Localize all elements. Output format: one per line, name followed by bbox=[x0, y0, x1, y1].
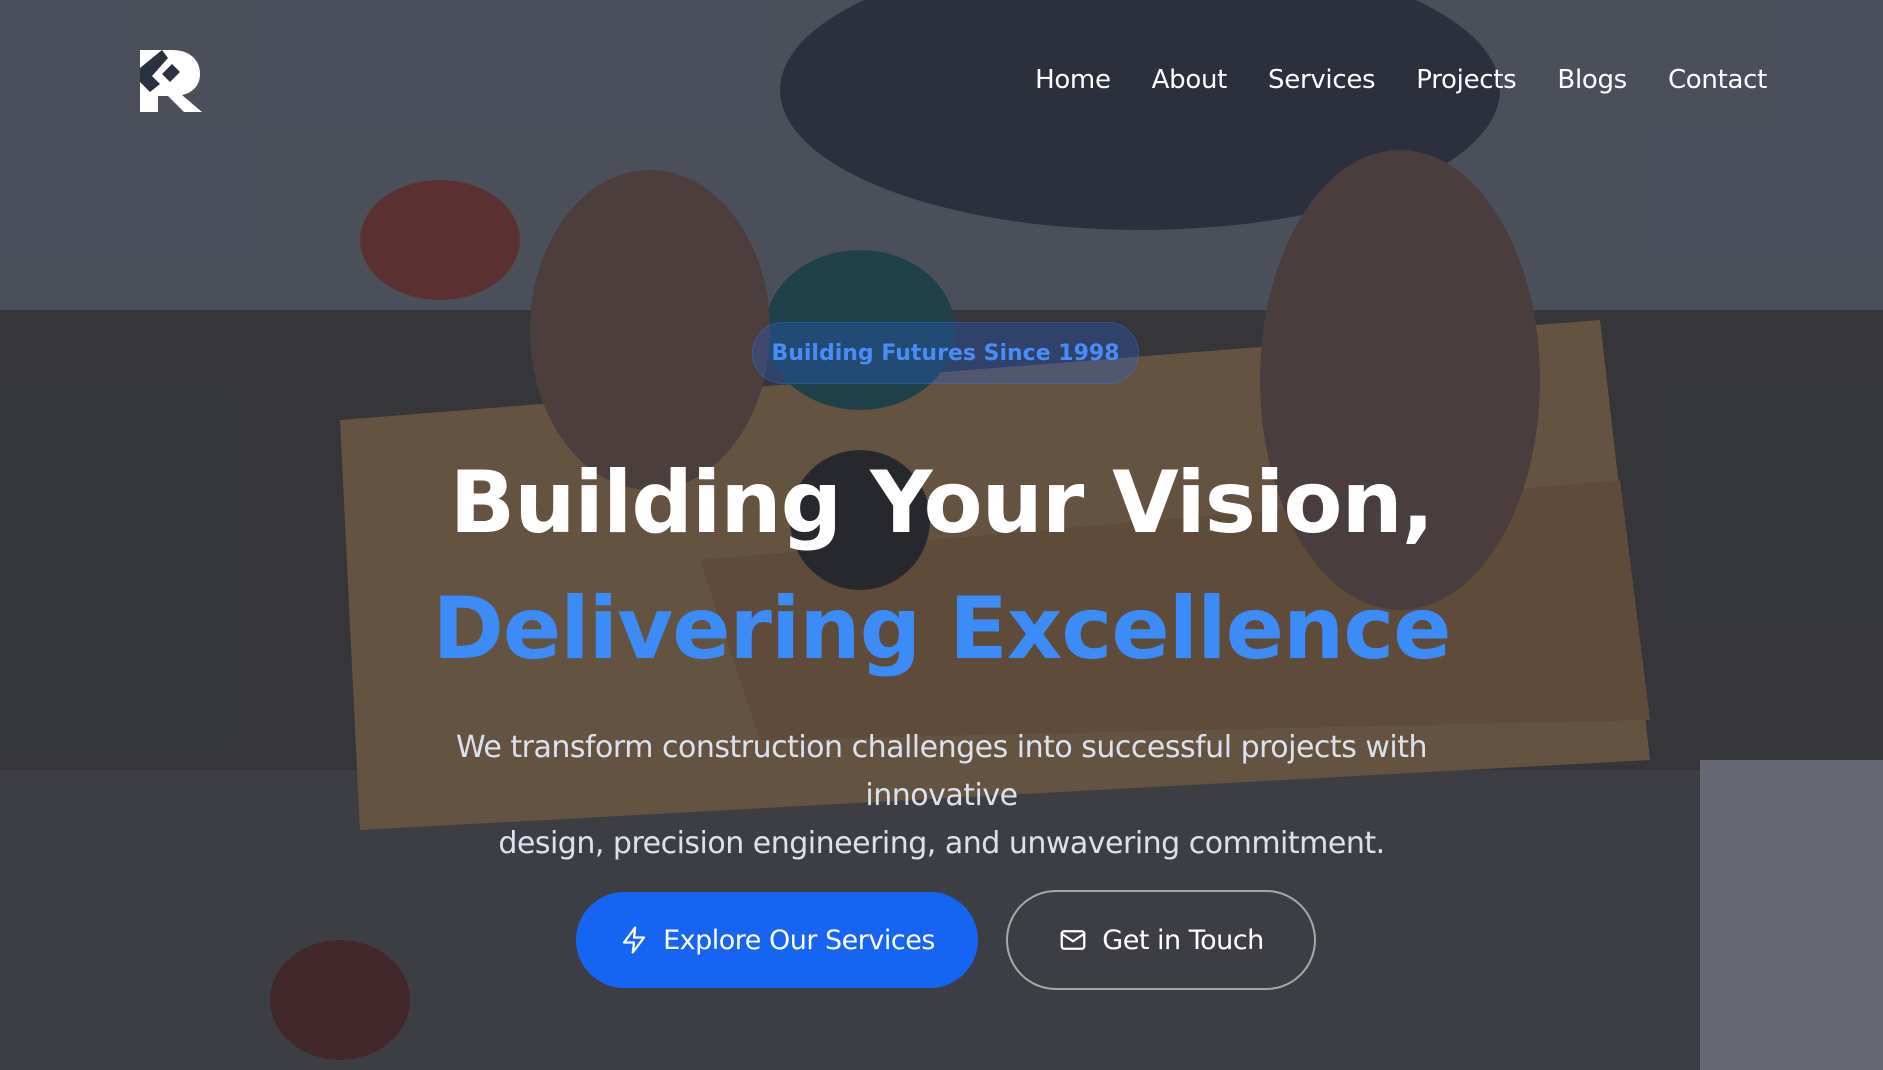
nav-about[interactable]: About bbox=[1152, 65, 1228, 95]
builder-logo-icon[interactable] bbox=[138, 48, 204, 114]
hero-title-line1: Building Your Vision, bbox=[449, 453, 1435, 553]
hero-subtitle-line1: We transform construction challenges int… bbox=[455, 730, 1428, 813]
lightning-icon bbox=[619, 925, 649, 955]
explore-services-button[interactable]: Explore Our Services bbox=[576, 892, 978, 988]
hero-title-line2: Delivering Excellence bbox=[432, 579, 1451, 679]
nav-blogs[interactable]: Blogs bbox=[1557, 65, 1627, 95]
hero-title: Building Your Vision, Delivering Excelle… bbox=[0, 440, 1883, 692]
hero-subtitle-line2: design, precision engineering, and unwav… bbox=[498, 826, 1385, 861]
nav-projects[interactable]: Projects bbox=[1416, 65, 1516, 95]
explore-services-label: Explore Our Services bbox=[663, 924, 935, 956]
mail-icon bbox=[1058, 925, 1088, 955]
main-navigation: Home About Services Projects Blogs Conta… bbox=[1035, 60, 1767, 100]
nav-contact[interactable]: Contact bbox=[1668, 65, 1767, 95]
get-in-touch-button[interactable]: Get in Touch bbox=[1006, 890, 1316, 990]
nav-home[interactable]: Home bbox=[1035, 65, 1111, 95]
since-badge: Building Futures Since 1998 bbox=[752, 322, 1139, 384]
hero-subtitle: We transform construction challenges int… bbox=[380, 724, 1503, 868]
get-in-touch-label: Get in Touch bbox=[1102, 924, 1264, 956]
nav-services[interactable]: Services bbox=[1268, 65, 1376, 95]
